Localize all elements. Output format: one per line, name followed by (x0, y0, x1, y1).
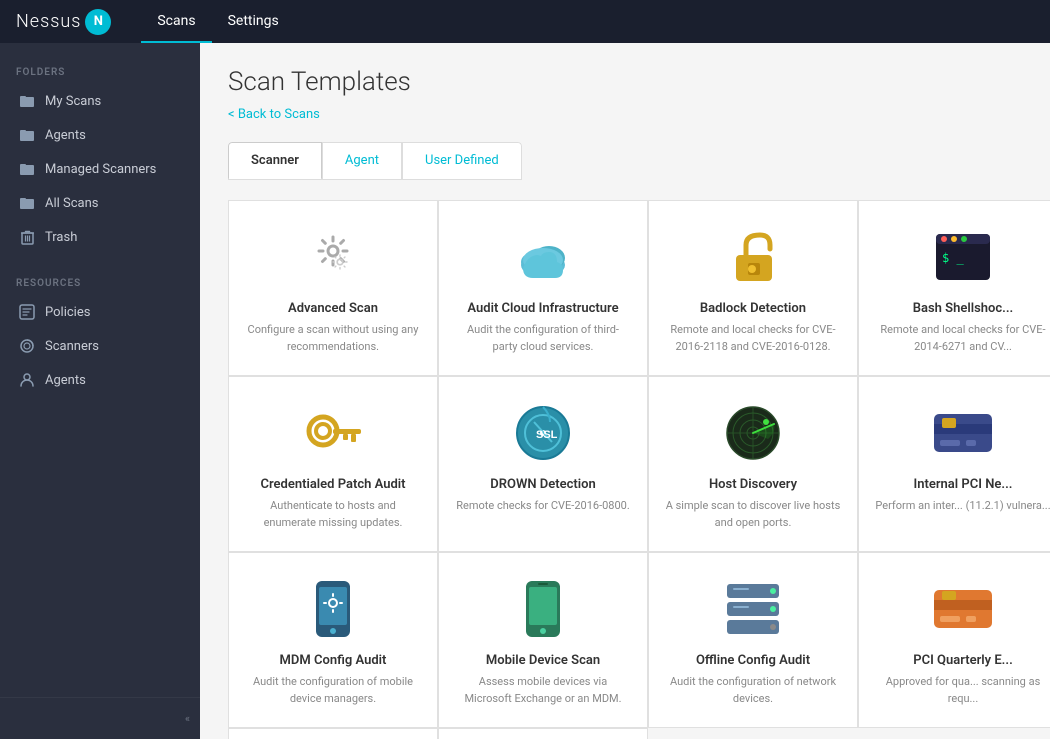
key-icon (301, 401, 365, 465)
terminal-icon: $ _ (931, 225, 995, 289)
nav-scans[interactable]: Scans (141, 0, 211, 43)
drown-icon: SSL (511, 401, 575, 465)
sidebar-bottom: « (0, 697, 200, 739)
nav-settings[interactable]: Settings (212, 0, 295, 43)
template-card-audit-cloud[interactable]: Audit Cloud Infrastructure Audit the con… (438, 200, 648, 376)
template-card-mobile[interactable]: Mobile Device Scan Assess mobile devices… (438, 552, 648, 728)
host-discovery-desc: A simple scan to discover live hosts and… (665, 498, 841, 531)
internal-pci-desc: Perform an inter... (11.2.1) vulnera... (875, 498, 1050, 515)
folder-icon-managed (19, 161, 35, 177)
sidebar-resource-agents-label: Agents (45, 373, 86, 388)
badlock-desc: Remote and local checks for CVE-2016-211… (665, 322, 841, 355)
content-area: Scan Templates < Back to Scans Scanner A… (200, 43, 1050, 739)
sidebar-trash-label: Trash (45, 230, 77, 245)
offline-desc: Audit the configuration of network devic… (665, 674, 841, 707)
template-card-credentialed[interactable]: Credentialed Patch Audit Authenticate to… (228, 376, 438, 552)
mobile-icon (511, 577, 575, 641)
sidebar-item-managed-scanners[interactable]: Managed Scanners (0, 152, 200, 186)
folder-icon-agents (19, 127, 35, 143)
mobile-desc: Assess mobile devices via Microsoft Exch… (455, 674, 631, 707)
template-card-badlock[interactable]: Badlock Detection Remote and local check… (648, 200, 858, 376)
trash-icon (19, 229, 35, 245)
drown-title: DROWN Detection (490, 477, 596, 492)
sidebar-item-trash[interactable]: Trash (0, 220, 200, 254)
lock-open-icon (721, 225, 785, 289)
sidebar-policies-label: Policies (45, 305, 90, 320)
sidebar-myscans-label: My Scans (45, 94, 101, 109)
credentialed-desc: Authenticate to hosts and enumerate miss… (245, 498, 421, 531)
tab-user-defined[interactable]: User Defined (402, 142, 522, 179)
credit-card-orange-icon (931, 577, 995, 641)
scanner-icon (19, 338, 35, 354)
gears-icon (301, 225, 365, 289)
bash-title: Bash Shellshoc... (913, 301, 1014, 316)
pci-title: PCI Quarterly E... (913, 653, 1013, 668)
sidebar-managed-label: Managed Scanners (45, 162, 156, 177)
sidebar-allscans-label: All Scans (45, 196, 99, 211)
drown-desc: Remote checks for CVE-2016-0800. (456, 498, 630, 515)
server-icon (721, 577, 785, 641)
sidebar-item-scanners[interactable]: Scanners (0, 329, 200, 363)
template-card-pci[interactable]: PCI Quarterly E... Approved for qua... s… (858, 552, 1050, 728)
sidebar-item-agents[interactable]: Agents (0, 118, 200, 152)
tabs-container: Scanner Agent User Defined (228, 142, 522, 180)
svg-text:$ _: $ _ (942, 251, 964, 265)
audit-cloud-desc: Audit the configuration of third-party c… (455, 322, 631, 355)
template-card-policy-compliance[interactable] (228, 728, 438, 739)
topnav: Nessus N Scans Settings (0, 0, 1050, 43)
template-card-webapp[interactable] (438, 728, 648, 739)
template-card-host-discovery[interactable]: Host Discovery A simple scan to discover… (648, 376, 858, 552)
sidebar-agents-label: Agents (45, 128, 86, 143)
pci-desc: Approved for qua... scanning as requ... (875, 674, 1050, 707)
internal-pci-title: Internal PCI Ne... (914, 477, 1013, 492)
credit-card-icon (931, 401, 995, 465)
mobile-title: Mobile Device Scan (486, 653, 600, 668)
sidebar-item-myscans[interactable]: My Scans (0, 84, 200, 118)
audit-cloud-title: Audit Cloud Infrastructure (467, 301, 618, 316)
folders-label: FOLDERS (0, 59, 200, 84)
template-card-internal-pci[interactable]: Internal PCI Ne... Perform an inter... (… (858, 376, 1050, 552)
main-layout: FOLDERS My Scans Agents (0, 43, 1050, 739)
template-card-bash[interactable]: $ _ Bash Shellshoc... Remote and local c… (858, 200, 1050, 376)
template-card-mdm[interactable]: MDM Config Audit Audit the configuration… (228, 552, 438, 728)
folder-icon (19, 93, 35, 109)
sidebar-item-all-scans[interactable]: All Scans (0, 186, 200, 220)
offline-title: Offline Config Audit (696, 653, 810, 668)
policy-icon (19, 304, 35, 320)
back-link[interactable]: < Back to Scans (228, 107, 320, 122)
advanced-scan-desc: Configure a scan without using any recom… (245, 322, 421, 355)
logo-area: Nessus N (16, 9, 111, 35)
bash-desc: Remote and local checks for CVE-2014-627… (875, 322, 1050, 355)
mobile-gear-icon (301, 577, 365, 641)
sidebar: FOLDERS My Scans Agents (0, 43, 200, 739)
tab-scanner[interactable]: Scanner (228, 142, 322, 180)
agent-icon (19, 372, 35, 388)
template-card-offline[interactable]: Offline Config Audit Audit the configura… (648, 552, 858, 728)
template-grid: Advanced Scan Configure a scan without u… (228, 200, 1022, 739)
template-card-advanced-scan[interactable]: Advanced Scan Configure a scan without u… (228, 200, 438, 376)
logo-badge: N (85, 9, 111, 35)
mdm-title: MDM Config Audit (280, 653, 387, 668)
sidebar-item-resource-agents[interactable]: Agents (0, 363, 200, 397)
badlock-title: Badlock Detection (700, 301, 806, 316)
resources-label: RESOURCES (0, 270, 200, 295)
radar-icon (721, 401, 785, 465)
host-discovery-title: Host Discovery (709, 477, 797, 492)
template-card-drown[interactable]: SSL DROWN Detection Remote checks for CV… (438, 376, 648, 552)
tab-agent[interactable]: Agent (322, 142, 402, 179)
mdm-desc: Audit the configuration of mobile device… (245, 674, 421, 707)
sidebar-scanners-label: Scanners (45, 339, 99, 354)
sidebar-item-policies[interactable]: Policies (0, 295, 200, 329)
credentialed-title: Credentialed Patch Audit (260, 477, 405, 492)
cloud-icon (511, 225, 575, 289)
svg-text:SSL: SSL (536, 429, 558, 441)
page-title: Scan Templates (228, 67, 1022, 97)
sidebar-collapse[interactable]: « (0, 706, 200, 731)
logo-text: Nessus (16, 11, 81, 32)
folder-icon-all (19, 195, 35, 211)
advanced-scan-title: Advanced Scan (288, 301, 378, 316)
